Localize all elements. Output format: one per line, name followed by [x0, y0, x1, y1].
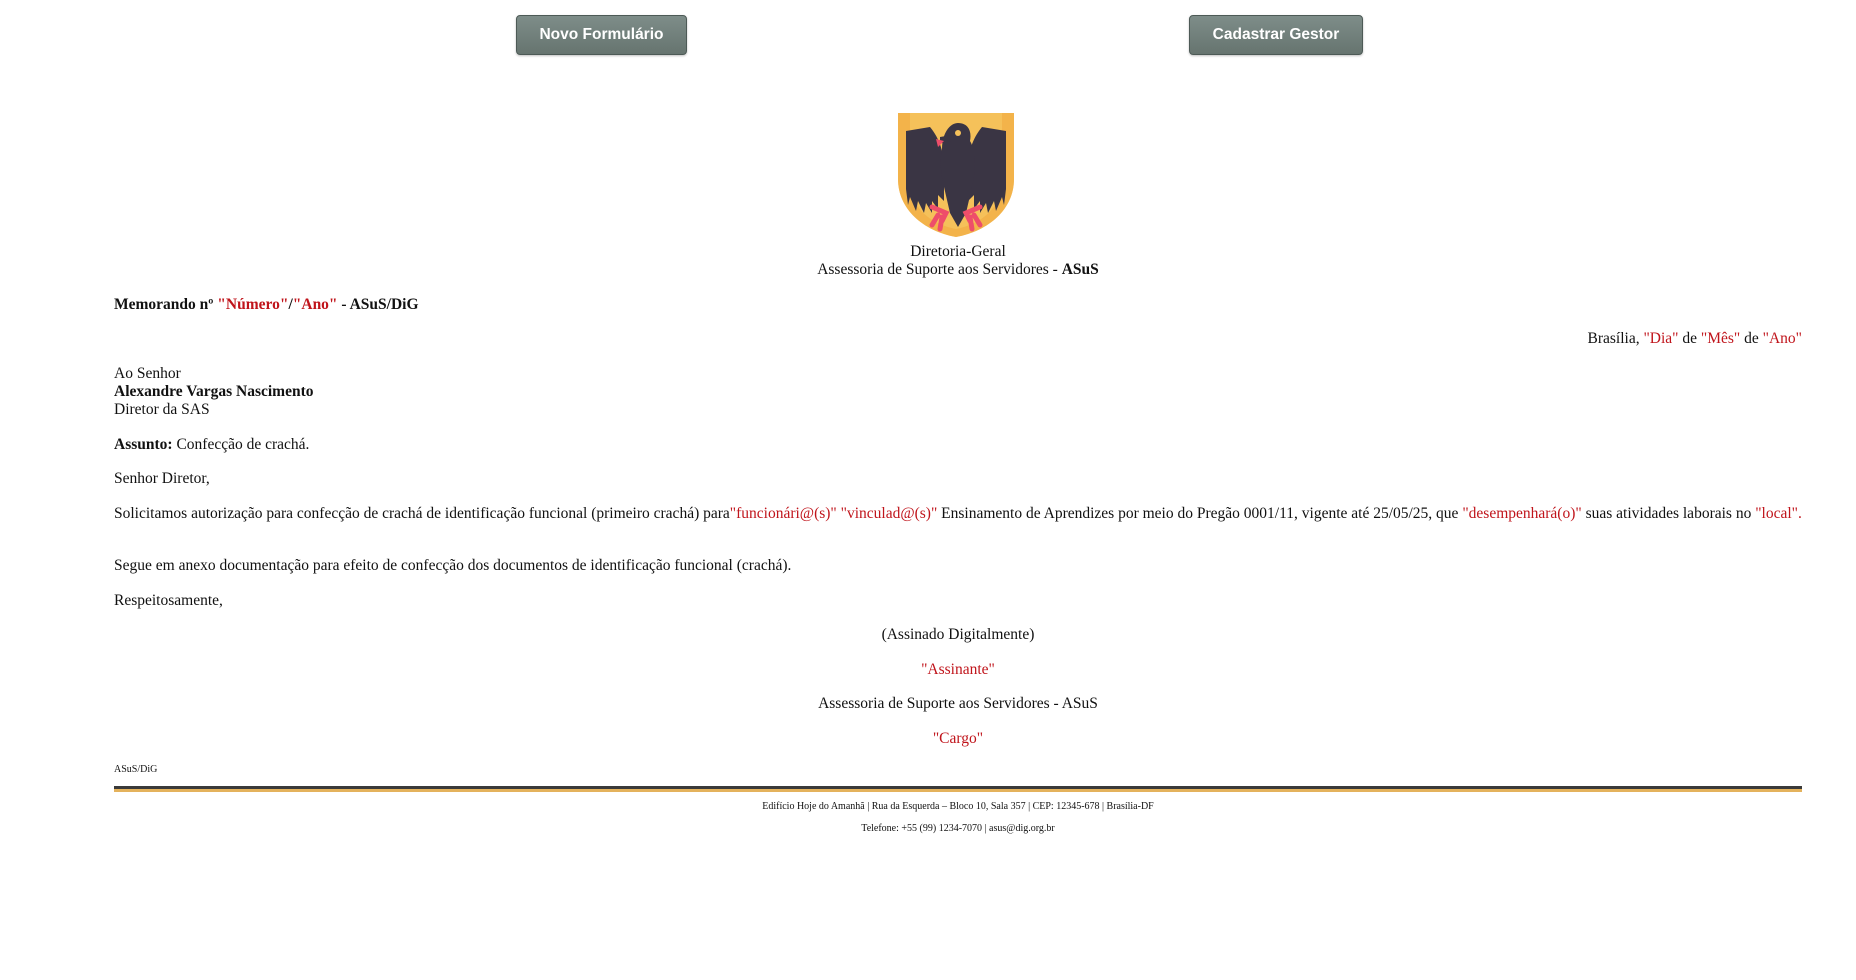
addressee-role: Diretor da SAS — [114, 401, 210, 418]
employee-placeholder: "funcionári@(s)" "vinculad@(s)" — [729, 505, 938, 522]
addressee-salutation: Ao Senhor — [114, 365, 181, 382]
subject-label: Assunto: — [114, 436, 173, 453]
digital-signature-note: (Assinado Digitalmente) — [881, 626, 1035, 643]
department-acronym: ASuS — [1061, 261, 1099, 278]
greeting: Senhor Diretor, — [114, 470, 210, 487]
perform-placeholder: "desempenhará(o)" — [1462, 505, 1582, 522]
month-placeholder: "Mês" — [1700, 330, 1741, 347]
toolbar: Novo Formulário Cadastrar Gestor — [0, 15, 1856, 57]
footer-address: Edifício Hoje do Amanhã | Rua da Esquerd… — [762, 801, 1154, 812]
letterhead: Diretoria-Geral Assessoria de Suporte ao… — [114, 243, 1802, 279]
subject-text: Confecção de crachá. — [172, 436, 310, 453]
memo-number: Memorando nº "Número"/"Ano" - ASuS/DiG — [114, 296, 419, 313]
year-placeholder: "Ano" — [1762, 330, 1802, 347]
directorate-title: Diretoria-Geral — [910, 243, 1006, 260]
footer-divider-gold — [114, 789, 1802, 792]
position-placeholder: "Cargo" — [932, 730, 984, 747]
footer-phone: Telefone: +55 (99) 1234-7070 | asus@dig.… — [861, 823, 1055, 834]
new-form-button[interactable]: Novo Formulário — [516, 15, 687, 55]
department-title: Assessoria de Suporte aos Servidores - A… — [817, 261, 1099, 278]
body-paragraph: Solicitamos autorização para confecção d… — [114, 505, 1802, 522]
memo-year-placeholder: "Ano" — [292, 296, 338, 313]
eagle-crest-icon — [894, 109, 1018, 239]
register-manager-button[interactable]: Cadastrar Gestor — [1189, 15, 1363, 55]
memo-number-placeholder: "Número" — [217, 296, 289, 313]
footer-divider — [114, 786, 1802, 792]
day-placeholder: "Dia" — [1643, 330, 1679, 347]
signer-placeholder: "Assinante" — [921, 661, 995, 678]
addressee-name: Alexandre Vargas Nascimento — [114, 383, 314, 400]
addressee-block: Ao Senhor Alexandre Vargas Nascimento Di… — [114, 365, 314, 419]
closing: Respeitosamente, — [114, 592, 223, 609]
attachment-paragraph: Segue em anexo documentação para efeito … — [114, 557, 792, 574]
subject-line: Assunto: Confecção de crachá. — [114, 436, 309, 454]
date-line: Brasília, "Dia" de "Mês" de "Ano" — [1587, 330, 1802, 347]
signer-organization: Assessoria de Suporte aos Servidores - A… — [818, 695, 1098, 712]
footer-code: ASuS/DiG — [114, 764, 158, 775]
local-placeholder: "local" — [1755, 505, 1798, 522]
